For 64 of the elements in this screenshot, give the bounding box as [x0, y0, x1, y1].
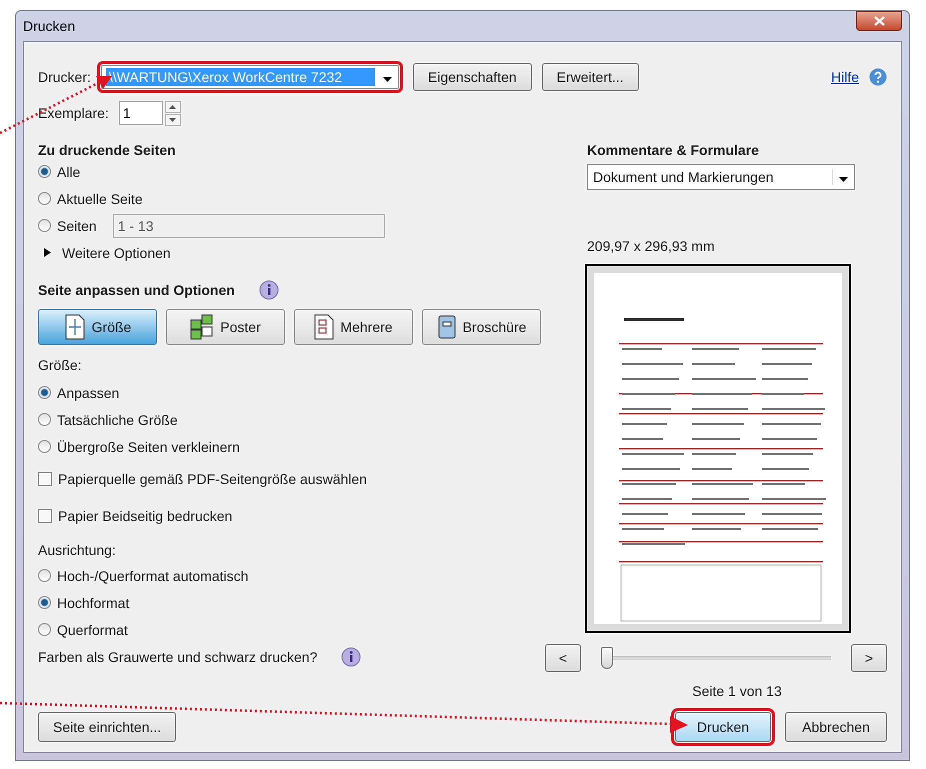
page-size-text: 209,97 x 296,93 mm — [587, 238, 716, 254]
option-label: Hochformat — [57, 594, 130, 610]
next-page-button[interactable]: > — [851, 644, 887, 672]
radio-button[interactable] — [38, 192, 51, 205]
tiled-pages-icon — [190, 314, 214, 340]
decrement-button[interactable] — [164, 114, 181, 126]
option-label: Tatsächliche Größe — [57, 412, 178, 428]
section-title: Kommentare & Formulare — [587, 142, 760, 158]
option-label: Hoch-/Querformat automatisch — [57, 568, 248, 584]
info-icon[interactable] — [341, 646, 362, 666]
help-link[interactable]: Hilfe — [830, 69, 859, 85]
cancel-button[interactable]: Abbrechen — [785, 712, 887, 742]
orientation-label: Ausrichtung: — [38, 542, 117, 558]
radio-button[interactable] — [38, 596, 51, 609]
slider-thumb[interactable] — [601, 647, 613, 669]
properties-button[interactable]: Eigenschaften — [412, 63, 532, 91]
option-label: Querformat — [57, 622, 128, 638]
layout-tab[interactable]: Größe — [38, 309, 157, 345]
more-options-toggle[interactable]: Weitere Optionen — [62, 244, 171, 260]
option-label: Übergroße Seiten verkleinern — [57, 438, 240, 454]
layout-tab[interactable]: Broschüre — [422, 309, 541, 345]
copies-field[interactable]: 1 — [118, 101, 163, 125]
caret-icon — [839, 177, 848, 182]
caret-icon — [382, 77, 392, 82]
window-title: Drucken — [23, 18, 76, 34]
section-title: Seite anpassen und Optionen — [38, 282, 235, 298]
checkbox[interactable] — [38, 472, 52, 486]
radio-button[interactable] — [38, 386, 51, 399]
printer-label: Drucker: — [38, 69, 91, 85]
grayscale-label: Farben als Grauwerte und schwarz drucken? — [38, 648, 318, 664]
radio-button[interactable] — [38, 165, 51, 178]
checkbox-label: Papierquelle gemäß PDF-Seitengröße auswählen — [58, 470, 367, 486]
checkbox[interactable] — [38, 508, 52, 522]
copies-label: Exemplare: — [38, 105, 109, 121]
layout-tab[interactable]: Mehrere — [294, 309, 413, 345]
radio-button[interactable] — [38, 413, 51, 426]
option-label: Alle — [57, 164, 80, 180]
section-title: Zu druckende Seiten — [38, 142, 177, 158]
size-label: Größe: — [38, 357, 83, 373]
checkbox-label: Papier Beidseitig bedrucken — [58, 508, 232, 524]
info-icon[interactable] — [258, 280, 279, 300]
radio-button[interactable] — [38, 440, 51, 453]
previous-page-button[interactable]: < — [545, 644, 581, 672]
advanced-button[interactable]: Erweitert... — [542, 63, 639, 91]
option-label: Anpassen — [57, 384, 120, 400]
down-arrow-icon — [169, 118, 176, 122]
option-label: Aktuelle Seite — [57, 190, 143, 206]
radio-button[interactable] — [38, 569, 51, 582]
layout-tab[interactable]: Poster — [166, 309, 285, 345]
comments-dropdown[interactable]: Dokument und Markierungen — [587, 164, 855, 190]
up-arrow-icon — [169, 104, 176, 108]
expand-arrow-icon[interactable] — [44, 248, 52, 257]
radio-button[interactable] — [38, 219, 51, 232]
increment-button[interactable] — [164, 100, 181, 112]
page-info-text: Seite 1 von 13 — [692, 683, 782, 699]
help-icon[interactable] — [869, 68, 887, 86]
close-icon — [874, 16, 884, 26]
booklet-icon — [436, 314, 457, 340]
option-label: Seiten — [57, 218, 97, 234]
page-setup-button[interactable]: Seite einrichten... — [38, 712, 176, 742]
radio-button[interactable] — [38, 623, 51, 636]
close-button[interactable] — [856, 11, 902, 31]
multiple-pages-icon — [314, 314, 334, 340]
resize-page-icon — [64, 314, 86, 340]
